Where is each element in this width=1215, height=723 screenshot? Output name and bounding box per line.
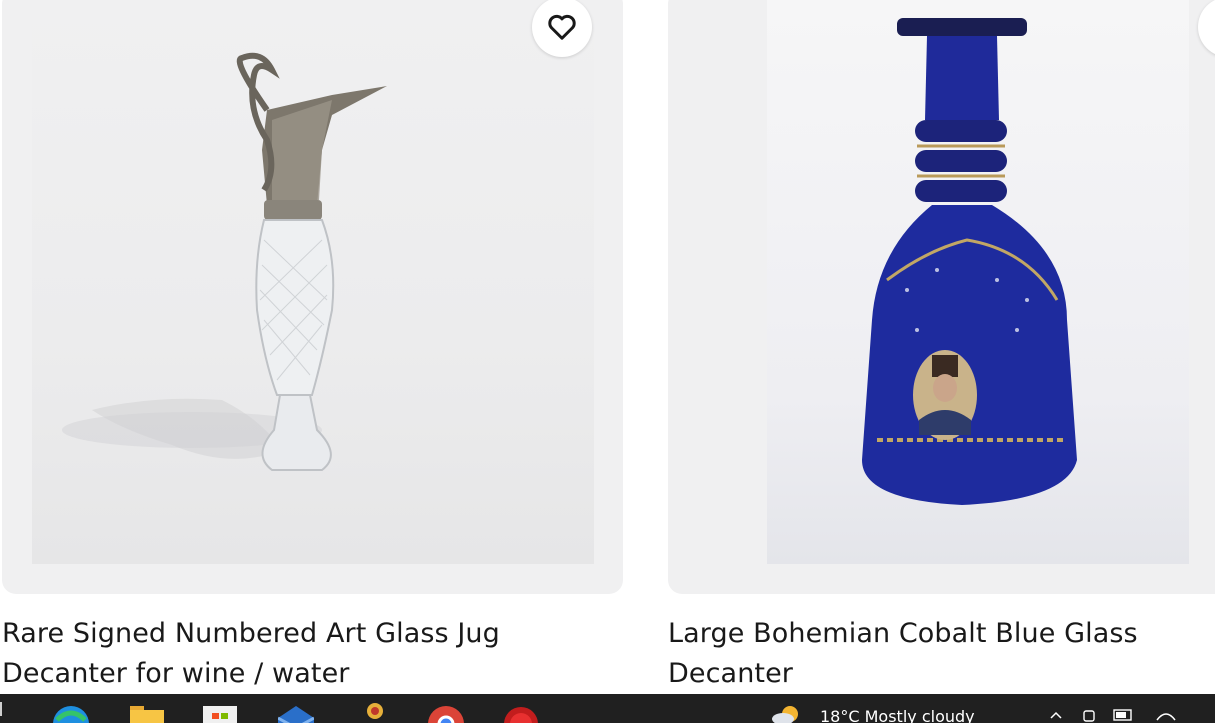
app-icon[interactable] xyxy=(360,703,390,723)
weather-text[interactable]: 18°C Mostly cloudy xyxy=(820,707,975,723)
listing-image-card[interactable] xyxy=(2,0,623,594)
listing-title-link[interactable]: Large Bohemian Cobalt Blue Glass Decante… xyxy=(668,614,1208,694)
chrome-icon[interactable] xyxy=(428,706,464,723)
product-photo-glass-jug[interactable] xyxy=(32,0,594,564)
taskbar: 18°C Mostly cloudy xyxy=(0,694,1215,723)
meet-now-icon[interactable] xyxy=(1083,708,1099,723)
listing-title-link[interactable]: Rare Signed Numbered Art Glass Jug Decan… xyxy=(2,614,602,694)
listing-image-card[interactable] xyxy=(668,0,1215,594)
mail-icon[interactable] xyxy=(278,706,314,723)
product-photo-cobalt-decanter[interactable] xyxy=(767,0,1189,564)
heart-outline-icon xyxy=(548,14,576,40)
taskbar-edge-marker xyxy=(0,702,2,716)
record-icon[interactable] xyxy=(503,706,539,723)
store-icon[interactable] xyxy=(203,706,237,723)
battery-icon[interactable] xyxy=(1113,708,1135,723)
file-explorer-icon[interactable] xyxy=(130,706,164,723)
wifi-icon[interactable] xyxy=(1155,708,1177,723)
weather-icon[interactable] xyxy=(772,704,802,723)
edge-icon[interactable] xyxy=(53,706,89,723)
chevron-up-icon[interactable] xyxy=(1050,710,1062,720)
